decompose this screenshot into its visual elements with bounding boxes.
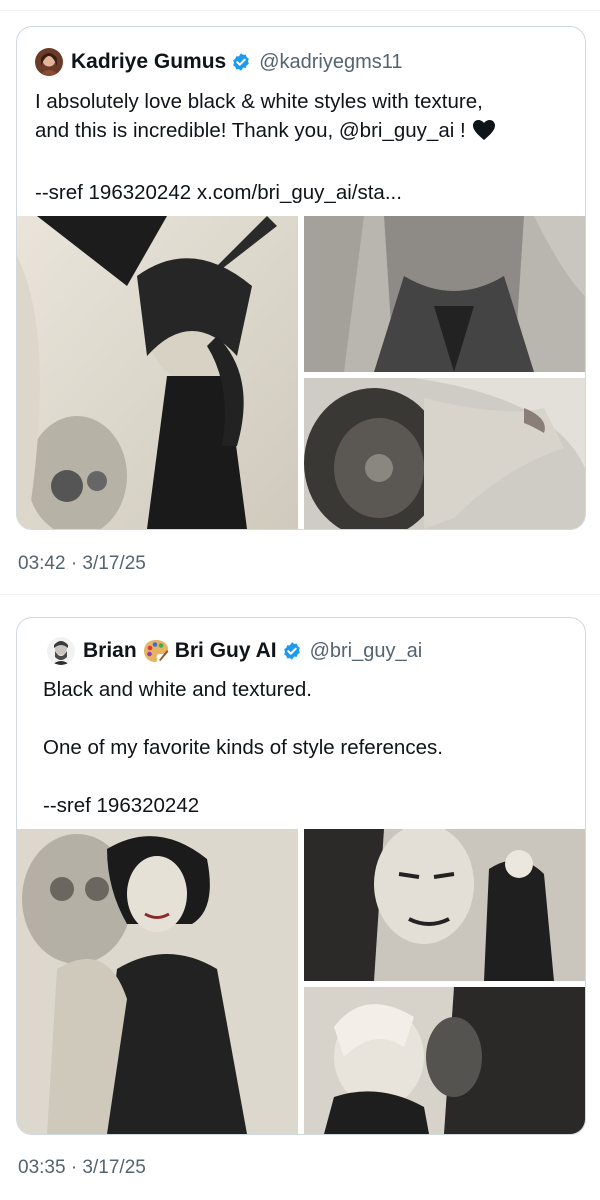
quoted-author-name-part1[interactable]: Brian xyxy=(83,639,137,663)
tweet-text-line: I absolutely love black & white styles w… xyxy=(35,90,483,113)
quoted-media-image-3[interactable] xyxy=(304,987,585,1134)
tweet-divider xyxy=(0,594,600,595)
quoted-author-avatar[interactable] xyxy=(47,637,75,665)
author-name[interactable]: Kadriye Gumus xyxy=(71,50,226,74)
tweet-text-segment: and this is incredible! Thank you, @bri_… xyxy=(35,119,466,142)
tweet-timestamp[interactable]: 03:42 · 3/17/25 xyxy=(18,553,146,575)
tweet-text-line: --sref 196320242 x.com/bri_guy_ai/sta... xyxy=(35,181,402,204)
tweet-media-grid xyxy=(17,216,585,529)
artist-palette-icon xyxy=(143,639,169,663)
top-divider xyxy=(0,10,600,11)
black-heart-icon xyxy=(472,119,496,149)
quoted-author-handle[interactable]: @bri_guy_ai xyxy=(310,640,423,663)
quoted-tweet-card[interactable]: Brian Bri Guy AI @bri_guy_ai Black and w… xyxy=(16,617,586,1135)
tweet-header: Kadriye Gumus @kadriyegms11 xyxy=(35,47,403,77)
quoted-text-line: One of my favorite kinds of style refere… xyxy=(43,736,443,759)
quoted-tweet-text: Black and white and textured. One of my … xyxy=(43,675,571,820)
tweet-card[interactable]: Kadriye Gumus @kadriyegms11 I absolutely… xyxy=(16,26,586,530)
author-handle[interactable]: @kadriyegms11 xyxy=(259,51,402,74)
tweet-text: I absolutely love black & white styles w… xyxy=(35,87,571,207)
tweet-text-line: and this is incredible! Thank you, @bri_… xyxy=(35,116,571,149)
quoted-media-grid xyxy=(17,829,585,1134)
media-image-3[interactable] xyxy=(304,378,585,529)
verified-badge-icon xyxy=(231,52,251,72)
quoted-tweet-header: Brian Bri Guy AI @bri_guy_ai xyxy=(47,636,422,666)
media-image-1[interactable] xyxy=(17,216,298,529)
author-avatar[interactable] xyxy=(35,48,63,76)
quoted-text-line: Black and white and textured. xyxy=(43,678,312,701)
quoted-media-image-2[interactable] xyxy=(304,829,585,981)
media-image-2[interactable] xyxy=(304,216,585,372)
quoted-author-name-part2[interactable]: Bri Guy AI xyxy=(175,639,277,663)
verified-badge-icon xyxy=(282,641,302,661)
quoted-media-image-1[interactable] xyxy=(17,829,298,1134)
quoted-tweet-timestamp[interactable]: 03:35 · 3/17/25 xyxy=(18,1157,146,1179)
quoted-text-line: --sref 196320242 xyxy=(43,794,200,817)
